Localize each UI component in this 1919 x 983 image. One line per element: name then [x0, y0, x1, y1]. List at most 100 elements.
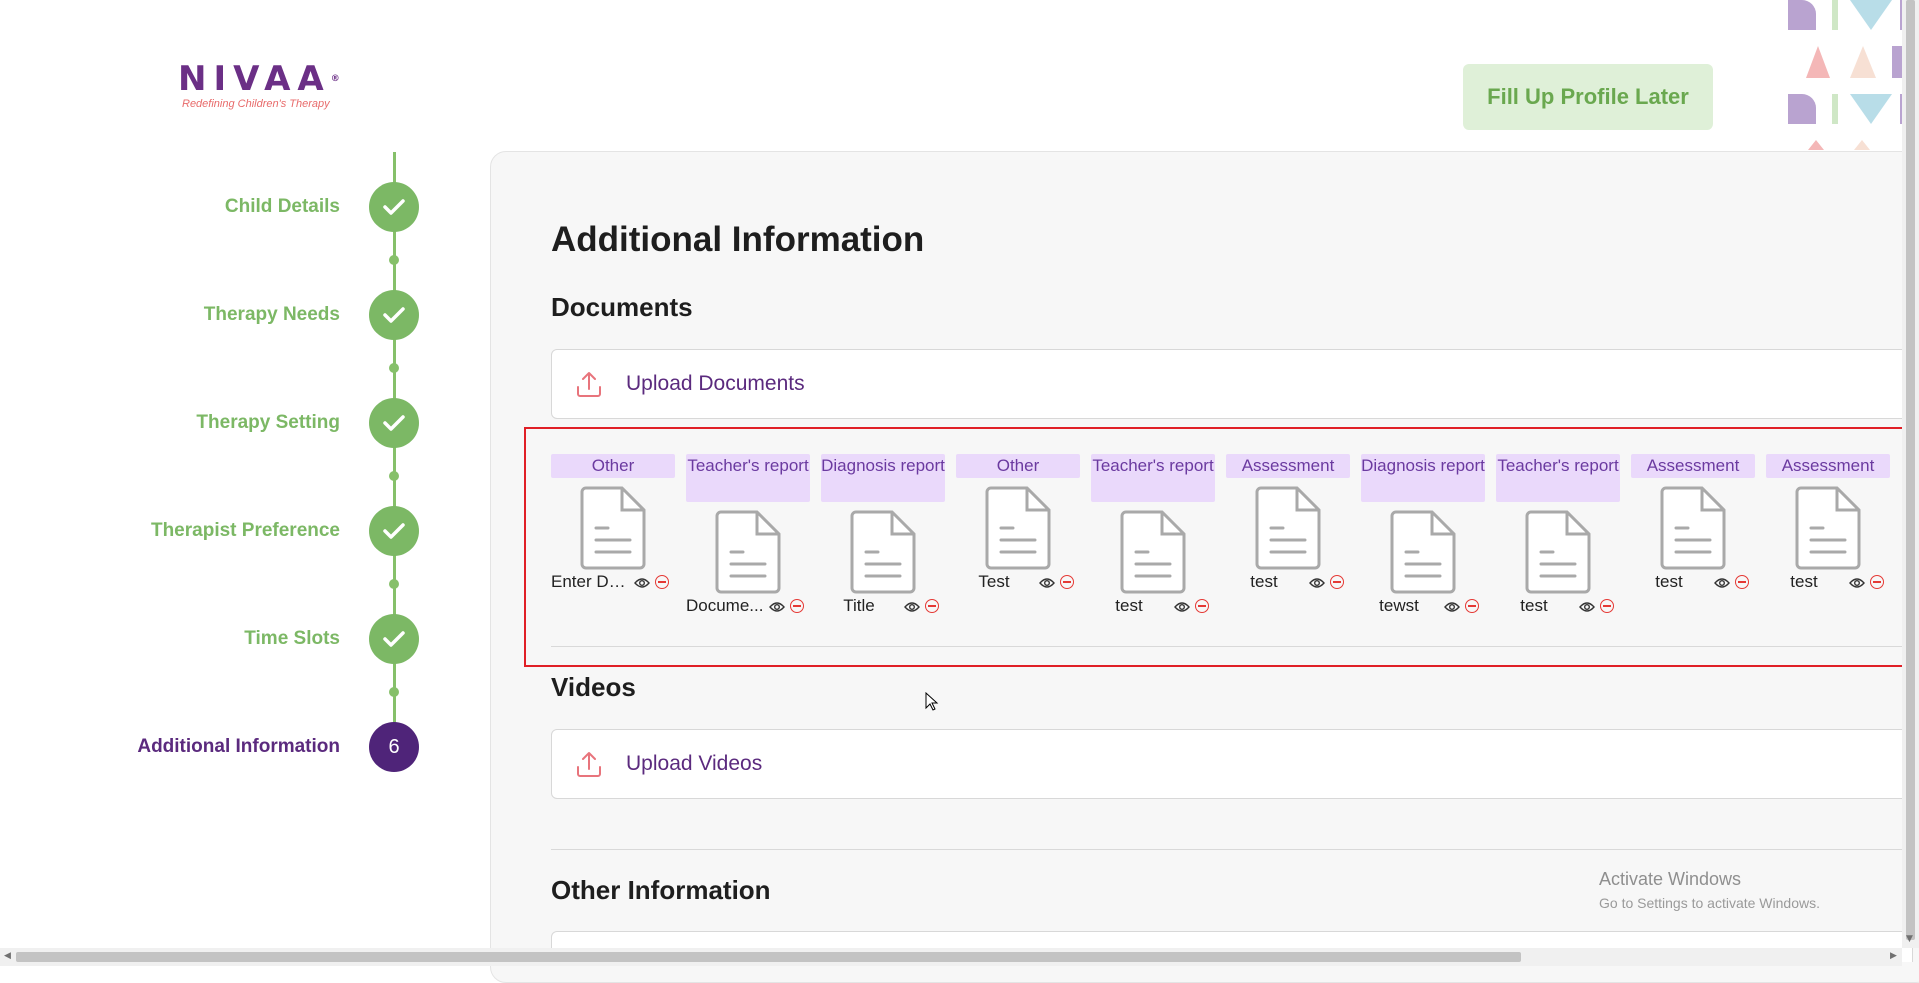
remove-icon[interactable]: [1465, 599, 1479, 613]
document-name: test: [1790, 572, 1818, 591]
remove-icon[interactable]: [1735, 575, 1749, 589]
upload-documents-button[interactable]: Upload Documents: [551, 349, 1913, 419]
document-type-tag: Teacher's report: [1496, 454, 1620, 502]
file-icon: [1795, 486, 1861, 570]
brand-tagline: Redefining Children's Therapy: [182, 98, 330, 110]
upload-icon: [577, 372, 601, 397]
activate-windows-subtitle: Go to Settings to activate Windows.: [1599, 895, 1820, 911]
stepper-dot: [389, 363, 399, 373]
step-therapy-needs[interactable]: Therapy Needs: [0, 290, 420, 340]
document-card[interactable]: Assessment test: [1226, 454, 1350, 596]
check-icon: [369, 290, 419, 340]
document-name: Title: [843, 596, 875, 615]
file-icon: [1255, 486, 1321, 570]
remove-icon[interactable]: [655, 575, 669, 589]
file-icon: [1525, 510, 1591, 594]
upload-videos-button[interactable]: Upload Videos: [551, 729, 1913, 799]
check-icon: [369, 182, 419, 232]
document-name: test: [1115, 596, 1143, 615]
eye-icon[interactable]: [904, 600, 920, 614]
fill-profile-later-button[interactable]: Fill Up Profile Later: [1463, 64, 1713, 130]
remove-icon[interactable]: [1330, 575, 1344, 589]
file-icon: [985, 486, 1051, 570]
document-card[interactable]: Other Test: [956, 454, 1080, 596]
vertical-scrollbar[interactable]: ▼: [1902, 0, 1919, 948]
section-divider: [551, 646, 1911, 647]
document-type-tag: Other: [551, 454, 675, 478]
stepper-dot: [389, 579, 399, 589]
brand-wordmark: NIVAA®: [178, 59, 340, 99]
eye-icon[interactable]: [1714, 576, 1730, 590]
stepper-dot: [389, 471, 399, 481]
remove-icon[interactable]: [1870, 575, 1884, 589]
file-icon: [715, 510, 781, 594]
vertical-scrollbar-thumb[interactable]: [1906, 0, 1915, 940]
eye-icon[interactable]: [634, 576, 650, 590]
document-card[interactable]: Teacher's report test: [1496, 454, 1620, 620]
eye-icon[interactable]: [1579, 600, 1595, 614]
step-label: Child Details: [224, 196, 340, 217]
step-therapy-setting[interactable]: Therapy Setting: [0, 398, 420, 448]
documents-list: Other Enter Do... Teacher's report Docum…: [551, 454, 1911, 634]
file-icon: [1660, 486, 1726, 570]
check-icon: [369, 614, 419, 664]
document-name: tewst: [1379, 596, 1419, 615]
document-card[interactable]: Assessment test: [1631, 454, 1755, 596]
file-icon: [580, 486, 646, 570]
step-additional-information[interactable]: Additional Information 6: [0, 722, 420, 772]
remove-icon[interactable]: [790, 599, 804, 613]
step-label: Therapy Needs: [203, 304, 340, 325]
step-therapist-preference[interactable]: Therapist Preference: [0, 506, 420, 556]
upload-icon: [577, 752, 601, 777]
step-time-slots[interactable]: Time Slots: [0, 614, 420, 664]
scroll-down-arrow-icon[interactable]: ▼: [1906, 934, 1913, 944]
decorative-pattern: [1788, 0, 1906, 150]
remove-icon[interactable]: [1195, 599, 1209, 613]
document-card[interactable]: Assessment test: [1766, 454, 1890, 596]
document-type-tag: Other: [956, 454, 1080, 478]
document-type-tag: Teacher's report: [686, 454, 810, 502]
documents-heading: Documents: [551, 292, 693, 322]
activate-windows-title: Activate Windows: [1599, 869, 1742, 889]
step-number-badge: 6: [369, 722, 419, 772]
document-name: test: [1250, 572, 1278, 591]
eye-icon[interactable]: [769, 600, 785, 614]
remove-icon[interactable]: [1060, 575, 1074, 589]
document-card[interactable]: Diagnosis report Title: [821, 454, 945, 620]
scroll-right-arrow-icon[interactable]: ▶: [1890, 951, 1897, 961]
step-label: Therapist Preference: [150, 520, 340, 541]
brand-logo: NIVAA® Redefining Children's Therapy: [178, 62, 348, 110]
document-type-tag: Assessment: [1631, 454, 1755, 478]
stepper-dot: [389, 255, 399, 265]
check-icon: [369, 506, 419, 556]
eye-icon[interactable]: [1444, 600, 1460, 614]
document-type-tag: Assessment: [1766, 454, 1890, 478]
step-child-details[interactable]: Child Details: [0, 182, 420, 232]
eye-icon[interactable]: [1174, 600, 1190, 614]
document-type-tag: Teacher's report: [1091, 454, 1215, 502]
videos-heading: Videos: [551, 672, 636, 702]
document-name: Docume...: [686, 596, 764, 615]
document-card[interactable]: Teacher's report Docume...: [686, 454, 810, 620]
horizontal-scrollbar-thumb[interactable]: [16, 952, 1521, 962]
eye-icon[interactable]: [1849, 576, 1865, 590]
file-icon: [850, 510, 916, 594]
document-card[interactable]: Other Enter Do...: [551, 454, 675, 596]
eye-icon[interactable]: [1039, 576, 1055, 590]
document-card[interactable]: Teacher's report test: [1091, 454, 1215, 620]
eye-icon[interactable]: [1309, 576, 1325, 590]
file-icon: [1120, 510, 1186, 594]
document-type-tag: Diagnosis report: [1361, 454, 1485, 502]
section-divider: [551, 849, 1911, 850]
remove-icon[interactable]: [925, 599, 939, 613]
stepper-dot: [389, 687, 399, 697]
file-icon: [1390, 510, 1456, 594]
document-card[interactable]: Diagnosis report tewst: [1361, 454, 1485, 620]
document-name: test: [1655, 572, 1683, 591]
step-label: Time Slots: [244, 628, 340, 649]
scroll-left-arrow-icon[interactable]: ◀: [4, 951, 11, 961]
mouse-cursor-icon: [925, 692, 939, 711]
horizontal-scrollbar[interactable]: ◀ ▶: [0, 948, 1902, 966]
remove-icon[interactable]: [1600, 599, 1614, 613]
step-label: Therapy Setting: [196, 412, 340, 433]
